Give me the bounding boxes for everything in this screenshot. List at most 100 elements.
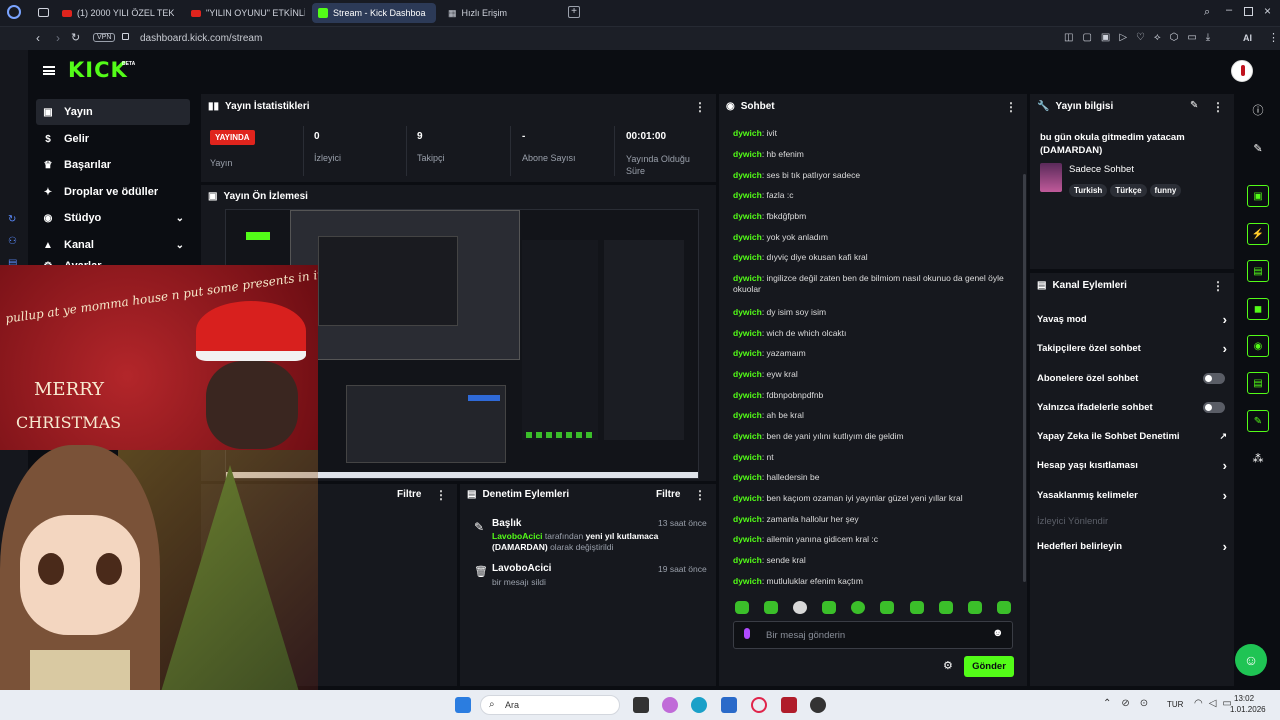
info-icon[interactable]: ⓘ bbox=[1247, 99, 1269, 121]
sidebar-item-gelir[interactable]: $ Gelir bbox=[36, 126, 190, 152]
action-emotes-only[interactable]: Yalnızca ifadelerle sohbet bbox=[1037, 402, 1227, 413]
tag[interactable]: funny bbox=[1149, 184, 1182, 197]
avatar[interactable] bbox=[1231, 60, 1253, 82]
filter-menu-icon[interactable]: ⋮ bbox=[435, 488, 447, 502]
tag[interactable]: Turkish bbox=[1069, 184, 1108, 197]
tag[interactable]: Türkçe bbox=[1110, 184, 1147, 197]
emotes-only-toggle[interactable] bbox=[1203, 402, 1225, 413]
chat-username[interactable]: dywich bbox=[733, 328, 762, 338]
app-icon[interactable] bbox=[810, 697, 826, 713]
chat-username[interactable]: dywich bbox=[733, 273, 762, 283]
book-icon[interactable]: ▤ bbox=[1247, 260, 1269, 282]
action-followers-only[interactable]: Takipçilere özel sohbet › bbox=[1037, 341, 1227, 356]
windows-start-icon[interactable] bbox=[455, 697, 471, 713]
sidebar-item-kanal[interactable]: ▲ Kanal ⌄ bbox=[36, 232, 190, 258]
ai-button[interactable]: AI bbox=[1243, 33, 1252, 43]
chat-username[interactable]: dywich bbox=[733, 307, 762, 317]
chat-menu-icon[interactable]: ⋮ bbox=[1005, 100, 1017, 114]
clock-date[interactable]: 1.01.2026 bbox=[1230, 705, 1266, 714]
sidebar-item-basarilar[interactable]: ♛ Başarılar bbox=[36, 152, 190, 178]
chat-username[interactable]: dywich bbox=[733, 149, 762, 159]
tab-youtube-1[interactable]: (1) 2000 YILI ÖZEL TEKİN... bbox=[56, 3, 174, 23]
tray-icons[interactable]: ⌃⊘⊙ bbox=[1103, 698, 1158, 709]
action-slow-mode[interactable]: Yavaş mod › bbox=[1037, 312, 1227, 327]
support-chat-button[interactable]: ☺ bbox=[1235, 644, 1267, 676]
chat-username[interactable]: dywich bbox=[733, 170, 762, 180]
emote-icon[interactable] bbox=[793, 601, 807, 614]
emote-icon[interactable] bbox=[968, 601, 982, 614]
emote-icon[interactable] bbox=[910, 601, 924, 614]
emoji-icon[interactable]: ☻ bbox=[992, 627, 1004, 639]
chat-scrollbar[interactable] bbox=[1023, 174, 1026, 582]
sidebar-sync-icon[interactable]: ↻ bbox=[8, 214, 16, 225]
search-icon[interactable]: ⌕ bbox=[1204, 6, 1210, 19]
action-ai-moderation[interactable]: Yapay Zeka ile Sohbet Denetimi ↗ bbox=[1037, 431, 1227, 442]
chat-username[interactable]: dywich bbox=[733, 452, 762, 462]
action-banned-words[interactable]: Yasaklanmış kelimeler › bbox=[1037, 488, 1227, 503]
edge-icon[interactable] bbox=[691, 697, 707, 713]
chat-settings-icon[interactable]: ⚙ bbox=[943, 659, 953, 672]
moderation-filter-button[interactable]: Filtre bbox=[656, 489, 680, 500]
subscribers-only-toggle[interactable] bbox=[1203, 373, 1225, 384]
stats-menu-icon[interactable]: ⋮ bbox=[694, 100, 706, 114]
sidebar-item-droplar[interactable]: ✦ Droplar ve ödüller bbox=[36, 179, 190, 205]
action-subscribers-only[interactable]: Abonelere özel sohbet bbox=[1037, 373, 1227, 384]
sidebar-item-studyo[interactable]: ◉ Stüdyo ⌄ bbox=[36, 205, 190, 231]
sidebar-item-yayin[interactable]: ▣ Yayın bbox=[36, 99, 190, 125]
chat-username[interactable]: dywich bbox=[733, 369, 762, 379]
url-field[interactable]: dashboard.kick.com/stream bbox=[140, 33, 262, 44]
chat-username[interactable]: dywich bbox=[733, 410, 762, 420]
broadcast-icon[interactable]: ◉ bbox=[1247, 335, 1269, 357]
forward-icon[interactable]: › bbox=[56, 31, 60, 45]
back-icon[interactable]: ‹ bbox=[36, 31, 40, 45]
close-icon[interactable]: × bbox=[1264, 4, 1271, 18]
chat-username[interactable]: dywich bbox=[733, 576, 762, 586]
chat-bubble-icon[interactable]: ◼ bbox=[1247, 298, 1269, 320]
emote-icon[interactable] bbox=[997, 601, 1011, 614]
chat-username[interactable]: dywich bbox=[733, 211, 762, 221]
channel-icon[interactable]: ▤ bbox=[1247, 372, 1269, 394]
tab-overview-icon[interactable] bbox=[38, 8, 49, 17]
filter-button[interactable]: Filtre bbox=[397, 489, 421, 500]
action-set-goals[interactable]: Hedefleri belirleyin › bbox=[1037, 539, 1227, 554]
stream-info-menu-icon[interactable]: ⋮ bbox=[1212, 100, 1224, 114]
emote-icon[interactable] bbox=[851, 601, 865, 614]
wrench-icon[interactable]: ✎ bbox=[1247, 410, 1269, 432]
chat-username[interactable]: dywich bbox=[733, 190, 762, 200]
vpn-badge[interactable]: VPN bbox=[93, 33, 116, 42]
chat-username[interactable]: dywich bbox=[733, 348, 762, 358]
clock-time[interactable]: 13:02 bbox=[1234, 694, 1254, 703]
sidebar-user-icon[interactable]: ⚇ bbox=[8, 236, 17, 247]
chat-username[interactable]: dywich bbox=[733, 252, 762, 262]
language-indicator[interactable]: TUR bbox=[1167, 700, 1183, 709]
task-view-icon[interactable] bbox=[633, 697, 649, 713]
chat-username[interactable]: dywich bbox=[733, 232, 762, 242]
chat-username[interactable]: dywich bbox=[733, 493, 762, 503]
action-account-age[interactable]: Hesap yaşı kısıtlaması › bbox=[1037, 458, 1227, 473]
chat-username[interactable]: dywich bbox=[733, 472, 762, 482]
chat-username[interactable]: dywich bbox=[733, 390, 762, 400]
chat-username[interactable]: dywich bbox=[733, 555, 762, 565]
hamburger-menu-icon[interactable] bbox=[43, 66, 55, 75]
tab-speed-dial[interactable]: ▦ Hızlı Erişim bbox=[442, 3, 542, 23]
lightning-icon[interactable]: ⚡ bbox=[1247, 223, 1269, 245]
taskbar-search[interactable]: ⌕ Ara bbox=[480, 695, 620, 715]
maximize-icon[interactable] bbox=[1244, 7, 1253, 16]
new-tab-button[interactable]: + bbox=[568, 6, 580, 18]
opera-logo-icon[interactable] bbox=[7, 5, 21, 19]
store-icon[interactable] bbox=[721, 697, 737, 713]
pencil-icon[interactable]: ✎ bbox=[1247, 137, 1269, 159]
minimize-icon[interactable]: – bbox=[1226, 4, 1232, 16]
microphone-icon[interactable] bbox=[744, 628, 750, 639]
chat-input[interactable]: Bir mesaj gönderin ☻ bbox=[733, 621, 1013, 649]
chat-username[interactable]: dywich bbox=[733, 431, 762, 441]
copilot-icon[interactable] bbox=[662, 697, 678, 713]
opera-gx-icon[interactable] bbox=[751, 697, 767, 713]
kick-logo[interactable]: KICK bbox=[68, 58, 128, 82]
mod-user-link[interactable]: LavoboAcici bbox=[492, 531, 543, 541]
emote-icon[interactable] bbox=[939, 601, 953, 614]
tab-kick-dashboard[interactable]: Stream - Kick Dashboa bbox=[312, 3, 436, 23]
menu-icon[interactable]: ⋮ bbox=[1268, 31, 1279, 44]
apps-icon[interactable]: ⁂ bbox=[1247, 447, 1269, 469]
emote-icon[interactable] bbox=[822, 601, 836, 614]
